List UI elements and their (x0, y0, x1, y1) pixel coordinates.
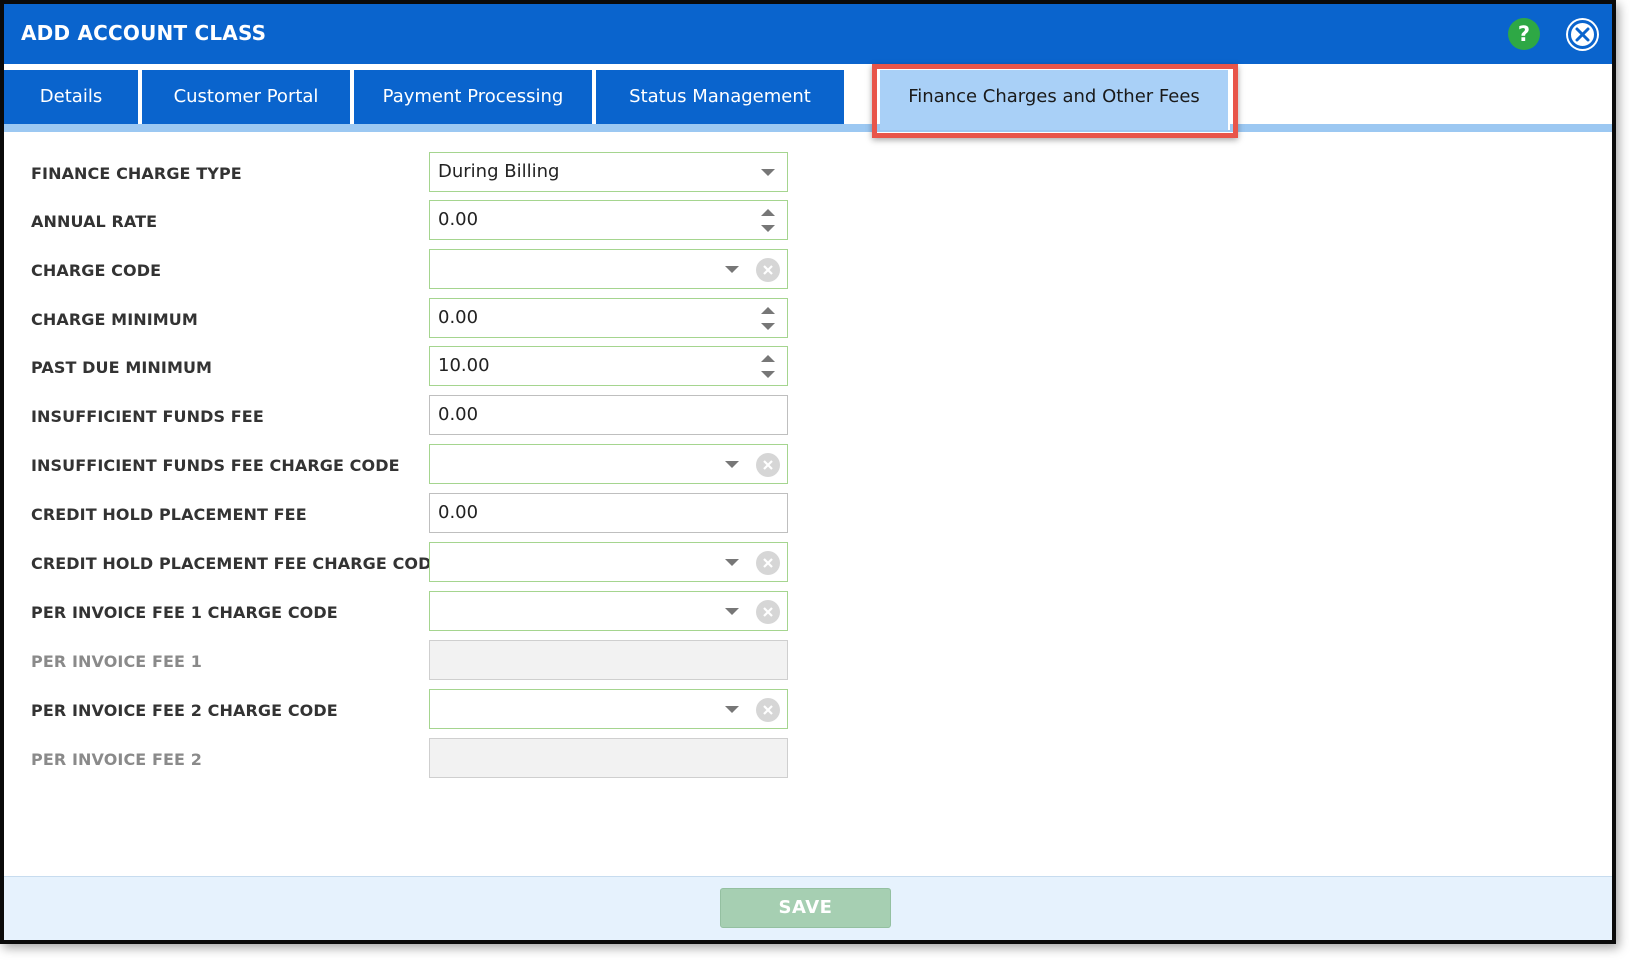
row-credit-hold-placement-fee-charge-code: CREDIT HOLD PLACEMENT FEE CHARGE CODE (4, 542, 804, 582)
spinner-icon[interactable] (761, 209, 777, 233)
credit-hold-placement-fee-charge-code-select[interactable] (429, 542, 788, 582)
row-finance-charge-type: FINANCE CHARGE TYPE During Billing (4, 152, 804, 192)
finance-charge-type-label: FINANCE CHARGE TYPE (31, 164, 242, 183)
charge-minimum-input[interactable]: 0.00 (429, 298, 788, 338)
insufficient-funds-fee-input[interactable]: 0.00 (429, 395, 788, 435)
chevron-down-icon[interactable] (725, 266, 739, 273)
chevron-down-icon[interactable] (725, 706, 739, 713)
row-charge-minimum: CHARGE MINIMUM 0.00 (4, 298, 804, 338)
tab-bar: Details Customer Portal Payment Processi… (4, 64, 1612, 138)
per-invoice-fee-2-charge-code-label: PER INVOICE FEE 2 CHARGE CODE (31, 701, 338, 720)
per-invoice-fee-1-input (429, 640, 788, 680)
row-insufficient-funds-fee-charge-code: INSUFFICIENT FUNDS FEE CHARGE CODE (4, 444, 804, 484)
credit-hold-placement-fee-input[interactable]: 0.00 (429, 493, 788, 533)
annual-rate-input[interactable]: 0.00 (429, 200, 788, 240)
row-per-invoice-fee-2-charge-code: PER INVOICE FEE 2 CHARGE CODE (4, 689, 804, 729)
row-per-invoice-fee-1: PER INVOICE FEE 1 (4, 640, 804, 680)
credit-hold-placement-fee-label: CREDIT HOLD PLACEMENT FEE (31, 505, 307, 524)
help-icon[interactable]: ? (1508, 18, 1540, 50)
chevron-down-icon[interactable] (725, 608, 739, 615)
annual-rate-value: 0.00 (438, 209, 479, 230)
per-invoice-fee-1-charge-code-select[interactable] (429, 591, 788, 631)
insufficient-funds-fee-charge-code-select[interactable] (429, 444, 788, 484)
annual-rate-label: ANNUAL RATE (31, 212, 158, 231)
charge-code-select[interactable] (429, 249, 788, 289)
tab-payment-processing[interactable]: Payment Processing (354, 70, 594, 124)
dialog: ADD ACCOUNT CLASS ? Details Customer Por… (0, 0, 1616, 944)
spinner-icon[interactable] (761, 307, 777, 331)
row-per-invoice-fee-1-charge-code: PER INVOICE FEE 1 CHARGE CODE (4, 591, 804, 631)
per-invoice-fee-2-label: PER INVOICE FEE 2 (31, 750, 202, 769)
charge-minimum-value: 0.00 (438, 307, 479, 328)
insufficient-funds-fee-charge-code-label: INSUFFICIENT FUNDS FEE CHARGE CODE (31, 456, 400, 475)
row-charge-code: CHARGE CODE (4, 249, 804, 289)
past-due-minimum-value: 10.00 (438, 355, 490, 376)
charge-minimum-label: CHARGE MINIMUM (31, 310, 198, 329)
clear-icon[interactable] (756, 551, 780, 575)
chevron-down-icon[interactable] (761, 169, 775, 176)
spinner-icon[interactable] (761, 355, 777, 379)
row-credit-hold-placement-fee: CREDIT HOLD PLACEMENT FEE 0.00 (4, 493, 804, 533)
finance-charge-type-select[interactable]: During Billing (429, 152, 788, 192)
row-insufficient-funds-fee: INSUFFICIENT FUNDS FEE 0.00 (4, 395, 804, 435)
row-annual-rate: ANNUAL RATE 0.00 (4, 200, 804, 240)
per-invoice-fee-2-input (429, 738, 788, 778)
insufficient-funds-fee-label: INSUFFICIENT FUNDS FEE (31, 407, 264, 426)
clear-icon[interactable] (756, 258, 780, 282)
past-due-minimum-label: PAST DUE MINIMUM (31, 358, 213, 377)
dialog-footer: SAVE (4, 876, 1612, 940)
insufficient-funds-fee-value: 0.00 (438, 404, 479, 425)
clear-icon[interactable] (756, 453, 780, 477)
row-past-due-minimum: PAST DUE MINIMUM 10.00 (4, 346, 804, 386)
credit-hold-placement-fee-value: 0.00 (438, 502, 479, 523)
dialog-titlebar: ADD ACCOUNT CLASS ? (4, 4, 1612, 64)
row-per-invoice-fee-2: PER INVOICE FEE 2 (4, 738, 804, 778)
charge-code-label: CHARGE CODE (31, 261, 162, 280)
credit-hold-placement-fee-charge-code-label: CREDIT HOLD PLACEMENT FEE CHARGE CODE (31, 554, 443, 573)
tab-details[interactable]: Details (4, 70, 140, 124)
finance-charge-type-value: During Billing (438, 161, 560, 182)
past-due-minimum-input[interactable]: 10.00 (429, 346, 788, 386)
chevron-down-icon[interactable] (725, 559, 739, 566)
per-invoice-fee-2-charge-code-select[interactable] (429, 689, 788, 729)
save-button[interactable]: SAVE (720, 888, 891, 928)
tab-underline (4, 124, 1612, 132)
clear-icon[interactable] (756, 698, 780, 722)
chevron-down-icon[interactable] (725, 461, 739, 468)
per-invoice-fee-1-charge-code-label: PER INVOICE FEE 1 CHARGE CODE (31, 603, 338, 622)
tab-status-management[interactable]: Status Management (596, 70, 846, 124)
per-invoice-fee-1-label: PER INVOICE FEE 1 (31, 652, 202, 671)
close-icon[interactable] (1568, 20, 1597, 49)
clear-icon[interactable] (756, 600, 780, 624)
tab-customer-portal[interactable]: Customer Portal (142, 70, 352, 124)
dialog-title: ADD ACCOUNT CLASS (21, 21, 267, 45)
tab-finance-charges[interactable]: Finance Charges and Other Fees (880, 70, 1230, 130)
